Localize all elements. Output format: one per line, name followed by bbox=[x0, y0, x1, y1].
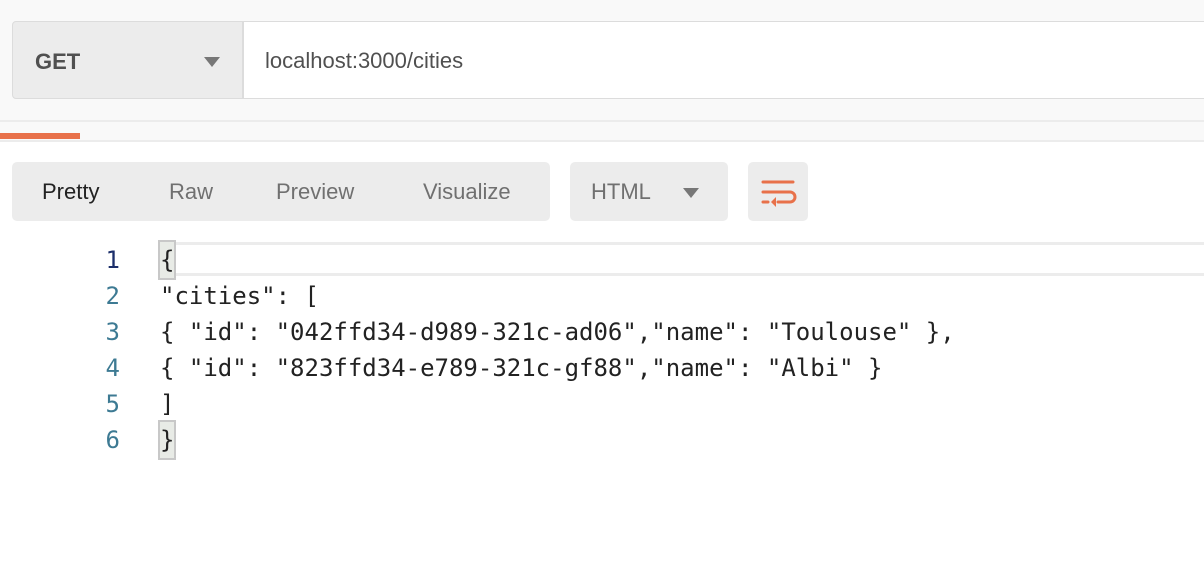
tab-raw[interactable]: Raw bbox=[169, 179, 213, 205]
url-input[interactable]: localhost:3000/cities bbox=[243, 21, 1204, 99]
code-line: 3 { "id": "042ffd34-d989-321c-ad06","nam… bbox=[0, 314, 1204, 350]
line-number: 1 bbox=[105, 246, 120, 274]
code-line: 4 { "id": "823ffd34-e789-321c-gf88","nam… bbox=[0, 350, 1204, 386]
line-number: 3 bbox=[105, 318, 120, 346]
chevron-down-icon bbox=[683, 188, 699, 198]
line-number: 6 bbox=[105, 426, 120, 454]
tab-preview[interactable]: Preview bbox=[276, 179, 354, 205]
code-text: ] bbox=[160, 390, 175, 418]
code-text: { "id": "823ffd34-e789-321c-gf88","name"… bbox=[160, 354, 883, 382]
wrap-lines-button[interactable] bbox=[748, 162, 808, 221]
line-number: 5 bbox=[105, 390, 120, 418]
url-value: localhost:3000/cities bbox=[265, 48, 464, 73]
code-line: 2 "cities": [ bbox=[0, 278, 1204, 314]
divider bbox=[0, 122, 1204, 142]
brace-open: { bbox=[157, 240, 177, 280]
method-select[interactable]: GET bbox=[12, 21, 243, 99]
code-line: 6 } bbox=[0, 420, 1204, 460]
tab-visualize[interactable]: Visualize bbox=[423, 179, 511, 205]
request-bar: GET localhost:3000/cities bbox=[0, 0, 1204, 122]
code-line: 5 ] bbox=[0, 386, 1204, 422]
response-body[interactable]: 1 { 2 "cities": [ 3 { "id": "042ffd34-d9… bbox=[0, 240, 1204, 460]
wrap-lines-icon bbox=[761, 180, 797, 207]
format-select[interactable]: HTML bbox=[570, 162, 728, 221]
format-label: HTML bbox=[591, 179, 651, 204]
code-line: 1 { bbox=[0, 240, 1204, 280]
chevron-down-icon bbox=[204, 57, 220, 67]
response-view-tabs: Pretty Raw Preview Visualize bbox=[12, 162, 550, 221]
tab-pretty[interactable]: Pretty bbox=[42, 179, 99, 205]
line-number: 4 bbox=[105, 354, 120, 382]
active-section-indicator bbox=[0, 133, 80, 139]
code-text: "cities": [ bbox=[160, 282, 319, 310]
active-line-highlight bbox=[158, 242, 1204, 276]
brace-close: } bbox=[157, 420, 177, 460]
method-label: GET bbox=[35, 49, 81, 74]
code-text: { "id": "042ffd34-d989-321c-ad06","name"… bbox=[160, 318, 955, 346]
line-number: 2 bbox=[105, 282, 120, 310]
